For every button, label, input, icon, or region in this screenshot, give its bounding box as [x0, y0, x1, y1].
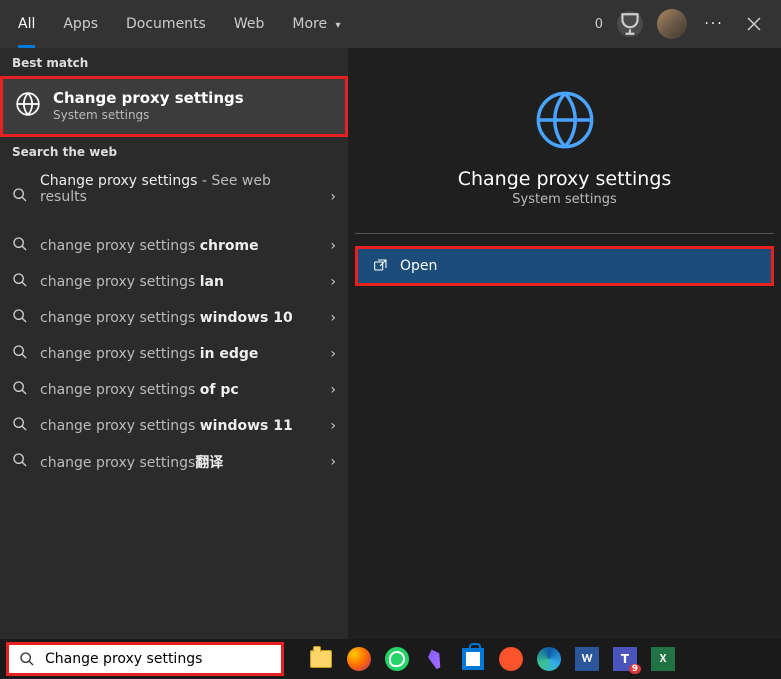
open-label: Open: [400, 258, 437, 274]
search-tabs: All Apps Documents Web More ▾ 0 ···: [0, 0, 781, 48]
firefox-icon[interactable]: [342, 642, 376, 676]
profile-avatar[interactable]: [657, 9, 687, 39]
web-suggestion[interactable]: change proxy settings windows 11 ›: [0, 408, 348, 444]
header-right: 0 ···: [595, 9, 777, 39]
search-icon: [12, 272, 28, 292]
open-action[interactable]: Open: [355, 246, 774, 286]
chevron-down-icon: ▾: [336, 20, 341, 31]
web-suggestion[interactable]: change proxy settings in edge ›: [0, 336, 348, 372]
results-panel: Best match Change proxy settings System …: [0, 48, 348, 639]
suggestion-text: change proxy settings翻译: [40, 452, 318, 472]
feather-app-icon[interactable]: [418, 642, 452, 676]
excel-icon[interactable]: X: [646, 642, 680, 676]
open-icon: [372, 258, 388, 274]
chevron-right-icon: ›: [330, 418, 336, 434]
microsoft-store-icon[interactable]: [456, 642, 490, 676]
brave-icon[interactable]: [494, 642, 528, 676]
teams-badge: 9: [629, 664, 641, 674]
word-icon[interactable]: W: [570, 642, 604, 676]
web-suggestion[interactable]: change proxy settings lan ›: [0, 264, 348, 300]
chevron-right-icon: ›: [330, 382, 336, 398]
search-icon: [12, 416, 28, 436]
taskbar: W T9 X: [0, 639, 781, 679]
web-suggestion[interactable]: Change proxy settings - See web results …: [0, 165, 348, 228]
taskbar-search[interactable]: [6, 642, 284, 676]
search-icon: [12, 187, 28, 207]
search-icon: [12, 344, 28, 364]
best-match-subtitle: System settings: [53, 108, 244, 122]
file-explorer-icon[interactable]: [304, 642, 338, 676]
detail-title: Change proxy settings: [355, 168, 774, 190]
best-match-label: Best match: [0, 48, 348, 76]
chevron-right-icon: ›: [330, 310, 336, 326]
globe-icon: [533, 137, 597, 156]
tab-all[interactable]: All: [4, 0, 49, 48]
chevron-right-icon: ›: [330, 238, 336, 254]
chevron-right-icon: ›: [330, 274, 336, 290]
divider: [355, 233, 774, 234]
header-count: 0: [595, 17, 603, 32]
close-button[interactable]: [741, 11, 767, 37]
suggestion-text: change proxy settings of pc: [40, 382, 318, 398]
tab-documents[interactable]: Documents: [112, 0, 220, 48]
chevron-right-icon: ›: [330, 189, 336, 205]
search-icon: [12, 236, 28, 256]
teams-icon[interactable]: T9: [608, 642, 642, 676]
best-match-title: Change proxy settings: [53, 89, 244, 107]
detail-subtitle: System settings: [355, 192, 774, 207]
whatsapp-icon[interactable]: [380, 642, 414, 676]
web-suggestion[interactable]: change proxy settings windows 10 ›: [0, 300, 348, 336]
chevron-right-icon: ›: [330, 454, 336, 470]
suggestion-text: change proxy settings in edge: [40, 346, 318, 362]
globe-icon: [15, 91, 41, 121]
taskbar-search-input[interactable]: [45, 651, 271, 667]
search-icon: [12, 308, 28, 328]
tab-more-label: More: [292, 16, 327, 32]
tab-web[interactable]: Web: [220, 0, 279, 48]
tab-more[interactable]: More ▾: [278, 0, 354, 48]
suggestion-text: change proxy settings windows 10: [40, 310, 318, 326]
suggestion-text: change proxy settings lan: [40, 274, 318, 290]
suggestion-text: Change proxy settings - See web results: [40, 173, 318, 220]
tab-apps[interactable]: Apps: [49, 0, 112, 48]
detail-panel: Change proxy settings System settings Op…: [348, 48, 781, 639]
search-icon: [12, 380, 28, 400]
search-icon: [12, 452, 28, 472]
chevron-right-icon: ›: [330, 346, 336, 362]
search-web-label: Search the web: [0, 137, 348, 165]
best-match-result[interactable]: Change proxy settings System settings: [0, 76, 348, 137]
edge-icon[interactable]: [532, 642, 566, 676]
web-suggestion[interactable]: change proxy settings chrome ›: [0, 228, 348, 264]
rewards-icon[interactable]: [617, 11, 643, 37]
suggestion-text: change proxy settings chrome: [40, 238, 318, 254]
search-icon: [19, 651, 35, 667]
suggestion-text: change proxy settings windows 11: [40, 418, 318, 434]
web-suggestion[interactable]: change proxy settings翻译 ›: [0, 444, 348, 480]
web-suggestion[interactable]: change proxy settings of pc ›: [0, 372, 348, 408]
more-options-icon[interactable]: ···: [701, 11, 727, 37]
